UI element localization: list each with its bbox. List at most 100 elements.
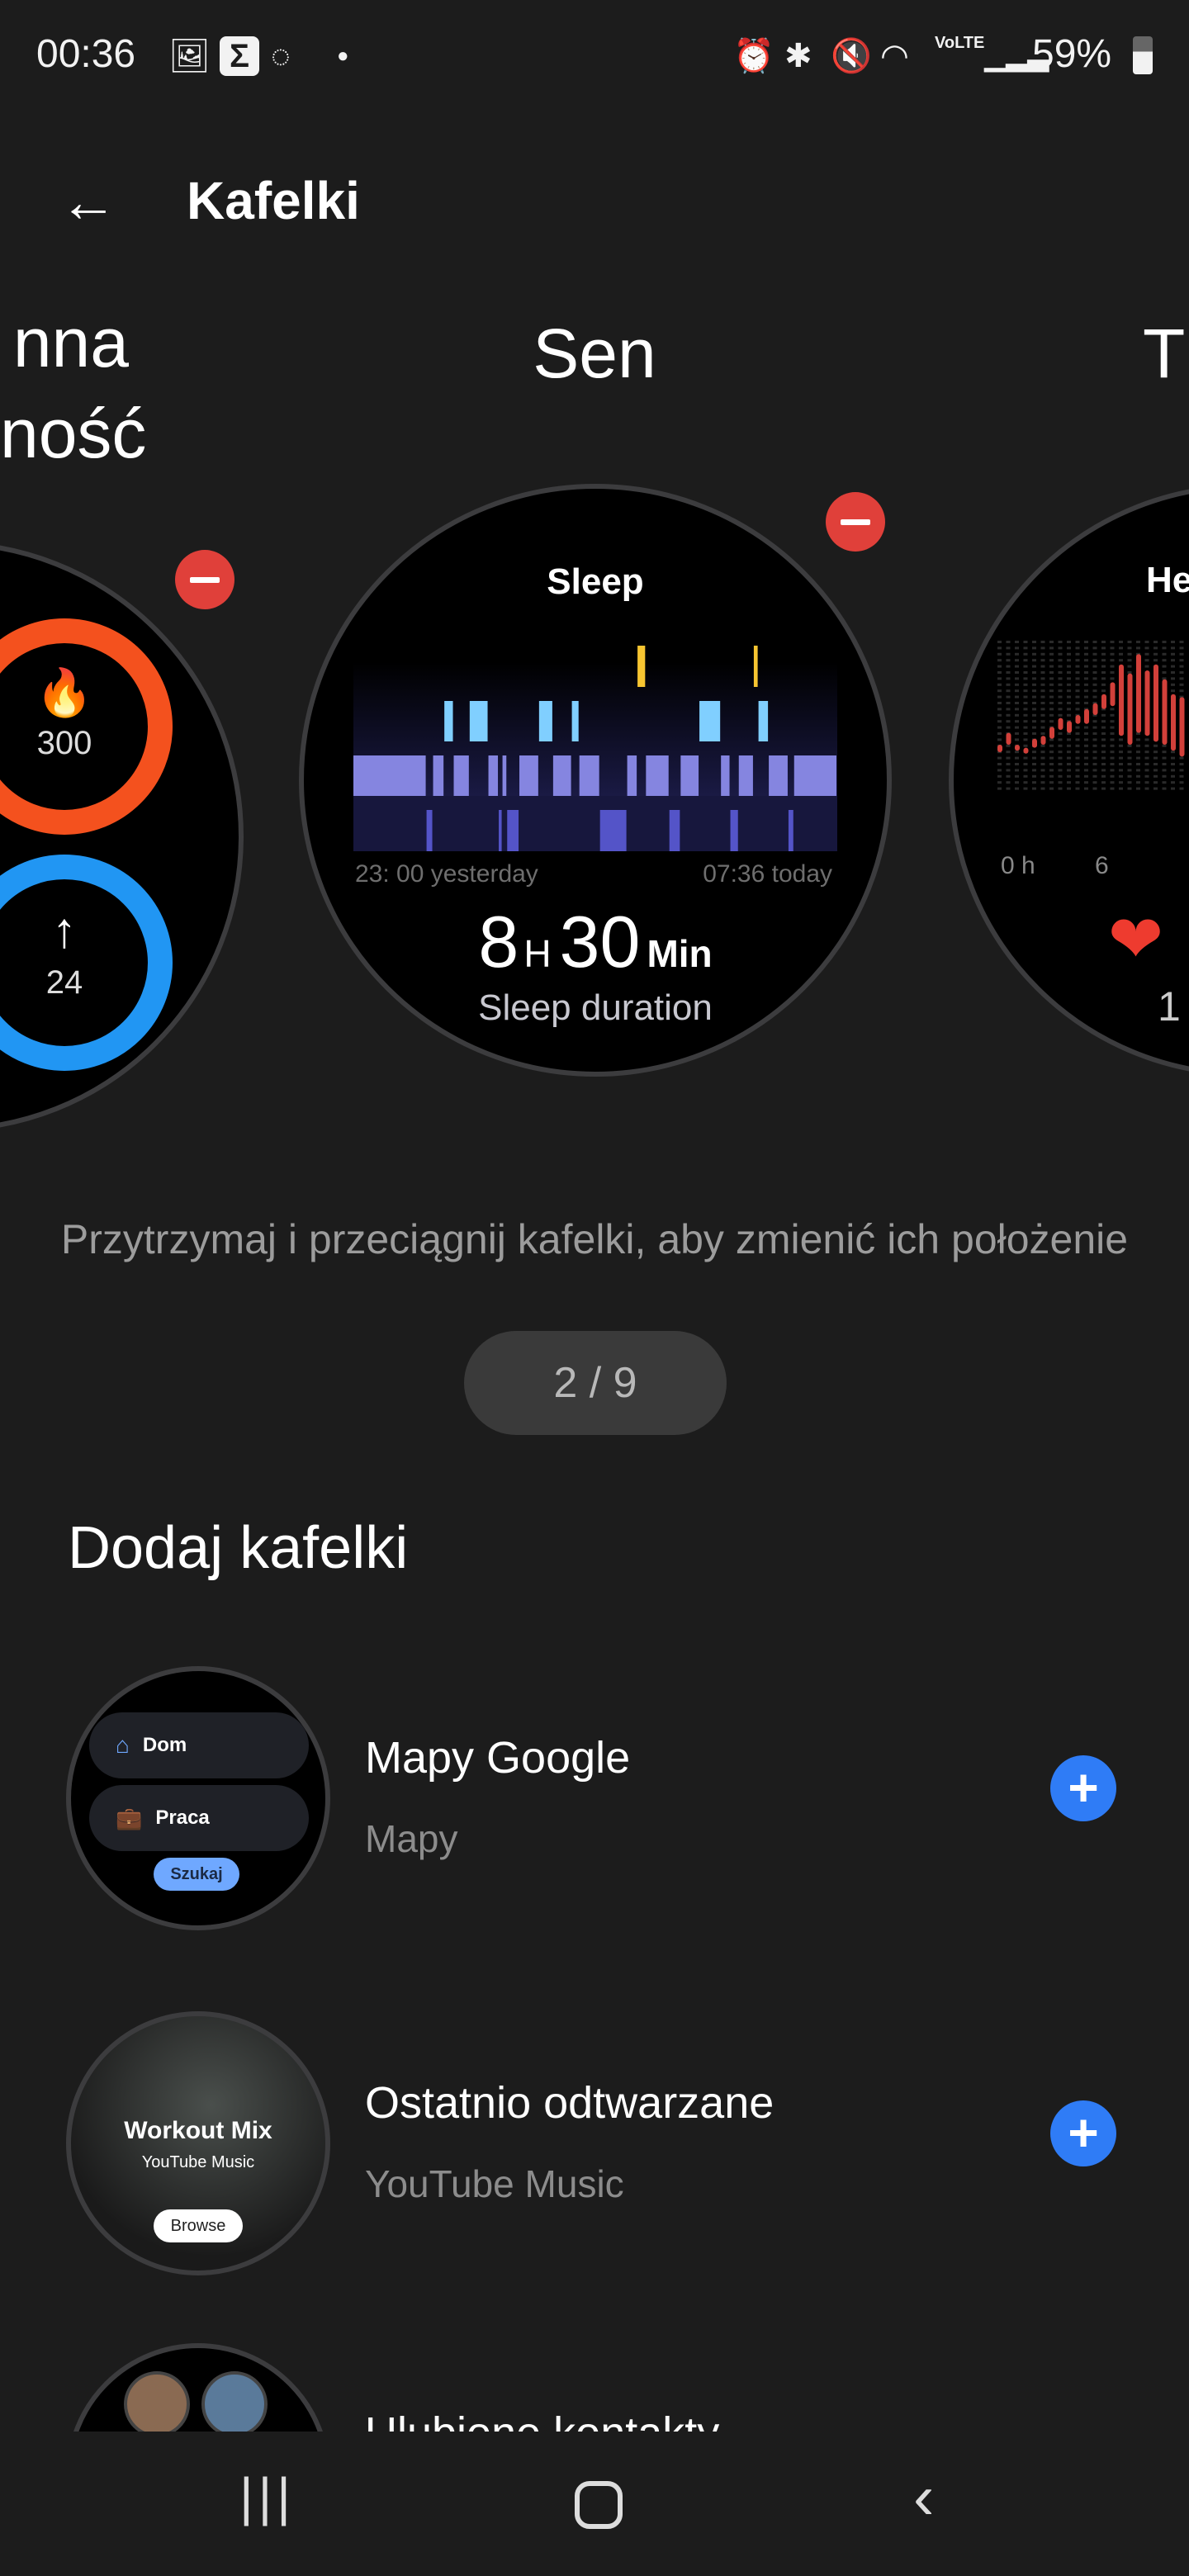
grid-dot (1144, 751, 1149, 754)
grid-dot (1101, 787, 1106, 790)
grid-dot (1023, 646, 1028, 650)
grid-dot (997, 787, 1002, 790)
grid-dot (997, 677, 1002, 680)
grid-dot (1119, 763, 1123, 765)
tile-activity[interactable]: 🔥 300 ↑ 24 (0, 542, 248, 1136)
grid-dot (1023, 683, 1028, 686)
grid-dot (1058, 756, 1063, 760)
grid-dot (1101, 671, 1106, 674)
grid-dot (1171, 665, 1175, 668)
grid-dot (1179, 769, 1184, 772)
grid-dot (1006, 781, 1011, 784)
gallery-icon: 🖼 (168, 38, 211, 74)
grid-dot (1023, 641, 1028, 643)
briefcase-icon: 💼 (116, 1805, 143, 1830)
contacts-tile-preview (66, 2343, 330, 2437)
add-tile-button[interactable]: + (1050, 1755, 1116, 1821)
heart-rate-bar (1067, 721, 1072, 733)
grid-dot (1162, 652, 1167, 656)
grid-dot (1127, 671, 1132, 674)
grid-dot (1171, 646, 1175, 650)
grid-dot (1032, 671, 1036, 674)
grid-dot (1101, 781, 1106, 784)
grid-dot (1067, 781, 1071, 784)
grid-dot (1023, 781, 1028, 784)
grid-dot (1006, 641, 1011, 643)
grid-dot (1110, 751, 1115, 754)
sleep-segment-light (579, 755, 599, 796)
hours-value: 8 (478, 901, 519, 983)
grid-dot (1032, 652, 1036, 656)
tile-heart-rate[interactable]: He 0 h 6 ❤ 1 (946, 484, 1189, 1077)
grid-dot (1032, 713, 1036, 717)
grid-dot (1179, 641, 1184, 643)
activity-tile-face (0, 545, 244, 1128)
sleep-segment-light (627, 755, 637, 796)
remove-tile-button-center[interactable] (826, 492, 885, 552)
grid-dot (997, 713, 1002, 717)
grid-dot (1075, 738, 1080, 741)
grid-dot (1110, 756, 1115, 760)
heart-rate-bar (1144, 670, 1150, 736)
grid-dot (1084, 774, 1088, 778)
grid-dot (997, 689, 1002, 693)
tile-sleep[interactable]: Sleep 23: 00 yesterday 07:36 today 8 H 30 M… (299, 484, 892, 1077)
sleep-segment-deep (426, 810, 433, 851)
grid-dot (1162, 671, 1167, 674)
grid-dot (1162, 769, 1167, 772)
grid-dot (1006, 769, 1011, 772)
grid-dot (1092, 769, 1097, 772)
grid-dot (1162, 641, 1167, 643)
grid-dot (1084, 702, 1088, 704)
grid-dot (1092, 641, 1097, 643)
grid-dot (1049, 695, 1054, 698)
heart-rate-bar (1171, 694, 1176, 751)
grid-dot (1058, 659, 1063, 662)
grid-dot (1067, 671, 1071, 674)
bluetooth-icon: ✱ (784, 38, 812, 74)
home-icon[interactable] (575, 2481, 623, 2529)
back-chevron-icon[interactable]: ‹ (913, 2461, 934, 2533)
grid-dot (1040, 659, 1045, 662)
grid-dot (1144, 763, 1149, 765)
grid-dot (1101, 665, 1106, 668)
grid-dot (1058, 652, 1063, 656)
contact-avatar (124, 2371, 190, 2437)
grid-dot (1110, 781, 1115, 784)
sleep-segment-light (721, 755, 730, 796)
back-button[interactable]: ← (59, 170, 117, 233)
grid-dot (1040, 774, 1045, 778)
grid-dot (1040, 744, 1045, 747)
heart-rate-bar (1179, 697, 1185, 757)
grid-dot (1144, 659, 1149, 662)
grid-dot (1119, 781, 1123, 784)
list-item-subtitle: Mapy (365, 1817, 458, 1860)
grid-dot (1171, 659, 1175, 662)
grid-dot (1110, 713, 1115, 717)
grid-dot (1092, 781, 1097, 784)
tile-title-left-line1: nna (12, 304, 129, 381)
add-tile-button[interactable]: + (1050, 2100, 1116, 2166)
grid-dot (1171, 689, 1175, 693)
navigation-bar: ||| ‹ (0, 2432, 1189, 2576)
grid-dot (1049, 665, 1054, 668)
grid-dot (1084, 671, 1088, 674)
heart-rate-bar (1023, 747, 1029, 754)
grid-dot (1023, 652, 1028, 656)
grid-dot (1084, 646, 1088, 650)
heart-rate-bar (1015, 745, 1020, 751)
grid-dot (1075, 774, 1080, 778)
grid-dot (997, 708, 1002, 711)
grid-dot (997, 659, 1002, 662)
grid-dot (1006, 756, 1011, 760)
grid-dot (1162, 756, 1167, 760)
grid-dot (1101, 713, 1106, 717)
grid-dot (1032, 732, 1036, 735)
sleep-segment-rem (699, 701, 721, 741)
grid-dot (1015, 781, 1019, 784)
remove-tile-button-left[interactable] (175, 550, 234, 609)
recents-icon[interactable]: ||| (239, 2466, 296, 2527)
grid-dot (1119, 738, 1123, 741)
maps-tile-preview: ⌂ Dom 💼 Praca Szukaj (66, 1666, 330, 1930)
grid-dot (1127, 751, 1132, 754)
